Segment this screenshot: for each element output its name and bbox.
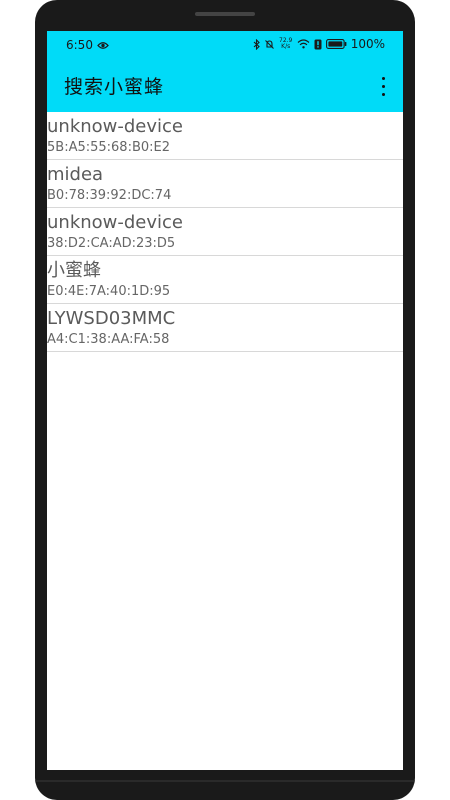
phone-frame: 6:50 72.9 K/s 100% 搜索小蜜蜂 unknow-device 5… [35,0,415,800]
status-bar: 6:50 72.9 K/s 100% [47,31,403,59]
battery-icon [325,39,347,49]
speaker-grille [195,12,255,16]
overflow-menu-icon [381,76,385,80]
device-list: unknow-device 5B:A5:55:68:B0:E2 midea B0… [47,112,403,352]
device-mac-address: 38:D2:CA:AD:23:D5 [47,236,176,251]
eye-icon [97,41,109,50]
device-mac-address: A4:C1:38:AA:FA:58 [47,332,170,347]
bluetooth-icon [253,38,260,50]
device-list-item[interactable]: unknow-device 5B:A5:55:68:B0:E2 [47,112,403,160]
status-right: 72.9 K/s 100% [253,37,385,51]
device-mac-address: E0:4E:7A:40:1D:95 [47,284,171,299]
overflow-menu-button[interactable] [376,74,390,98]
overflow-menu-icon [381,84,385,88]
device-name: midea [47,164,104,185]
overflow-menu-icon [381,92,385,96]
device-name: 小蜜蜂 [47,260,101,281]
status-left: 6:50 [66,38,109,52]
network-speed-unit: K/s [281,43,291,50]
network-speed: 72.9 K/s [279,38,293,50]
sim-alert-icon [314,39,322,50]
device-name: unknow-device [47,116,184,137]
device-mac-address: 5B:A5:55:68:B0:E2 [47,140,171,155]
screen: 6:50 72.9 K/s 100% 搜索小蜜蜂 unknow-device 5… [47,31,403,770]
toolbar-title: 搜索小蜜蜂 [64,76,165,98]
device-name: LYWSD03MMC [47,308,176,329]
device-list-item[interactable]: midea B0:78:39:92:DC:74 [47,160,403,208]
device-mac-address: B0:78:39:92:DC:74 [47,188,172,203]
device-name: unknow-device [47,212,184,233]
device-list-item[interactable]: 小蜜蜂 E0:4E:7A:40:1D:95 [47,256,403,304]
status-time: 6:50 [66,38,93,52]
battery-percent: 100% [350,37,385,51]
device-list-item[interactable]: unknow-device 38:D2:CA:AD:23:D5 [47,208,403,256]
bottom-bezel [35,780,415,782]
device-list-item[interactable]: LYWSD03MMC A4:C1:38:AA:FA:58 [47,304,403,352]
app-bar: 6:50 72.9 K/s 100% 搜索小蜜蜂 [47,31,403,112]
wifi-icon [297,39,310,49]
muted-bell-icon [264,39,275,50]
